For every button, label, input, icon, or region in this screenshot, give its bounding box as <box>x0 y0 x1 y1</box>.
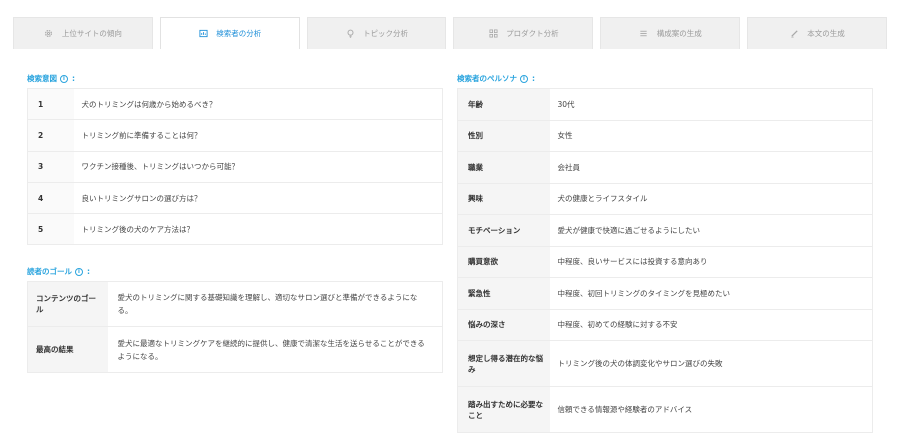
section-title: 検索意図 <box>27 74 57 83</box>
row-number: 4 <box>27 181 74 215</box>
reader-goal-heading: 読者のゴール i: <box>27 267 90 276</box>
row-value: 女性 <box>549 119 873 152</box>
row-value: 愛犬に最適なトリミングケアを継続的に提供し、健康で清潔な生活を送らせることができ… <box>107 326 443 373</box>
tab-searcher-analysis[interactable]: 検索者の分析 <box>159 17 300 49</box>
list-icon <box>639 29 649 39</box>
table-row: モチベーション 愛犬が健康で快適に過ごせるようにしたい <box>457 214 873 247</box>
row-number: 5 <box>27 213 74 246</box>
row-value: 愛犬のトリミングに関する基礎知識を理解し、適切なサロン選びと準備ができるようにな… <box>107 281 443 327</box>
table-row: 職業 会社員 <box>457 151 873 184</box>
row-key: 悩みの深さ <box>457 308 550 341</box>
tab-top-sites[interactable]: 上位サイトの傾向 <box>13 17 153 49</box>
table-row: 踏み出すために必要なこと 信頼できる情報源や経験者のアドバイス <box>457 386 873 433</box>
row-key: 年齢 <box>457 88 550 121</box>
row-value: 中程度、良いサービスには投資する意向あり <box>549 245 873 278</box>
table-row: 興味 犬の健康とライフスタイル <box>457 182 873 215</box>
table-row: 購買意欲 中程度、良いサービスには投資する意向あり <box>457 245 873 278</box>
query-text: ワクチン接種後、トリミングはいつから可能？ <box>73 150 443 183</box>
row-number: 3 <box>27 150 74 183</box>
table-row: 年齢 30代 <box>457 88 873 121</box>
table-row: 2 トリミング前に準備することは何？ <box>27 119 443 152</box>
row-key: モチベーション <box>457 214 550 247</box>
table-row: 緊急性 中程度、初回トリミングのタイミングを見極めたい <box>457 277 873 310</box>
lightbulb-icon <box>345 29 355 39</box>
row-key: 購買意欲 <box>457 245 550 278</box>
tab-body-generation[interactable]: 本文の生成 <box>747 17 887 49</box>
tab-label: 上位サイトの傾向 <box>61 29 122 38</box>
row-key: 緊急性 <box>457 277 550 310</box>
row-key: 性別 <box>457 119 550 152</box>
row-value: トリミング後の犬の体調変化やサロン選びの失敗 <box>549 340 873 387</box>
search-intent-heading: 検索意図 i: <box>27 74 75 83</box>
table-row: 悩みの深さ 中程度、初めての経験に対する不安 <box>457 308 873 341</box>
row-key: 想定し得る潜在的な悩み <box>457 340 550 387</box>
gear-icon <box>44 29 54 39</box>
section-title: 検索者のペルソナ <box>457 74 517 83</box>
row-key: 最高の結果 <box>27 326 108 373</box>
tab-label: 本文の生成 <box>807 29 845 38</box>
query-text: トリミング前に準備することは何？ <box>73 119 443 152</box>
row-key: コンテンツのゴール <box>27 281 108 327</box>
query-text: トリミング後の犬のケア方法は？ <box>73 213 443 246</box>
row-number: 2 <box>27 119 74 152</box>
chart-icon <box>198 29 208 39</box>
table-row: 最高の結果 愛犬に最適なトリミングケアを継続的に提供し、健康で清潔な生活を送らせる… <box>27 326 443 373</box>
analysis-tabs: 上位サイトの傾向 検索者の分析 トピック分析 プロダクト分析 構成案の生成 本文… <box>13 17 887 49</box>
row-key: 踏み出すために必要なこと <box>457 386 550 433</box>
row-value: 中程度、初めての経験に対する不安 <box>549 308 873 341</box>
tab-label: 構成案の生成 <box>656 29 702 38</box>
info-icon[interactable]: i <box>60 74 68 83</box>
row-value: 信頼できる情報源や経験者のアドバイス <box>549 386 873 433</box>
table-row: 想定し得る潜在的な悩み トリミング後の犬の体調変化やサロン選びの失敗 <box>457 340 873 387</box>
section-title: 読者のゴール <box>27 267 72 276</box>
row-value: 会社員 <box>549 151 873 184</box>
info-icon[interactable]: i <box>520 74 528 83</box>
table-row: コンテンツのゴール 愛犬のトリミングに関する基礎知識を理解し、適切なサロン選びと準… <box>27 281 443 327</box>
table-row: 3 ワクチン接種後、トリミングはいつから可能？ <box>27 150 443 183</box>
table-row: 性別 女性 <box>457 119 873 152</box>
query-text: 犬のトリミングは何歳から始めるべき？ <box>73 87 443 121</box>
tab-topic-analysis[interactable]: トピック分析 <box>306 17 447 49</box>
table-row: 5 トリミング後の犬のケア方法は？ <box>27 213 443 246</box>
tab-product-analysis[interactable]: プロダクト分析 <box>453 17 594 49</box>
table-row: 4 良いトリミングサロンの選び方は？ <box>27 181 443 215</box>
grid-icon <box>488 29 498 39</box>
info-icon[interactable]: i <box>75 267 83 276</box>
row-value: 30代 <box>549 88 873 121</box>
tab-label: トピック分析 <box>363 29 409 38</box>
table-row: 1 犬のトリミングは何歳から始めるべき？ <box>27 87 443 121</box>
query-text: 良いトリミングサロンの選び方は？ <box>73 181 443 215</box>
row-number: 1 <box>27 87 74 121</box>
tab-outline-generation[interactable]: 構成案の生成 <box>600 17 741 49</box>
tab-label: 検索者の分析 <box>216 29 262 38</box>
persona-table: 年齢 30代 性別 女性 職業 会社員 興味 犬の健康とライフスタイル モチベーション愛… <box>457 88 873 433</box>
row-value: 愛犬が健康で快適に過ごせるようにしたい <box>549 214 873 247</box>
persona-heading: 検索者のペルソナ i: <box>457 74 535 83</box>
row-value: 中程度、初回トリミングのタイミングを見極めたい <box>549 277 873 310</box>
reader-goal-table: コンテンツのゴール 愛犬のトリミングに関する基礎知識を理解し、適切なサロン選びと準… <box>27 281 443 373</box>
row-key: 職業 <box>457 151 550 184</box>
tab-label: プロダクト分析 <box>506 29 559 38</box>
row-key: 興味 <box>457 182 550 215</box>
search-intent-table: 1 犬のトリミングは何歳から始めるべき？ 2 トリミング前に準備することは何？ 3ワ… <box>27 87 443 246</box>
pencil-icon <box>789 29 799 39</box>
row-value: 犬の健康とライフスタイル <box>549 182 873 215</box>
